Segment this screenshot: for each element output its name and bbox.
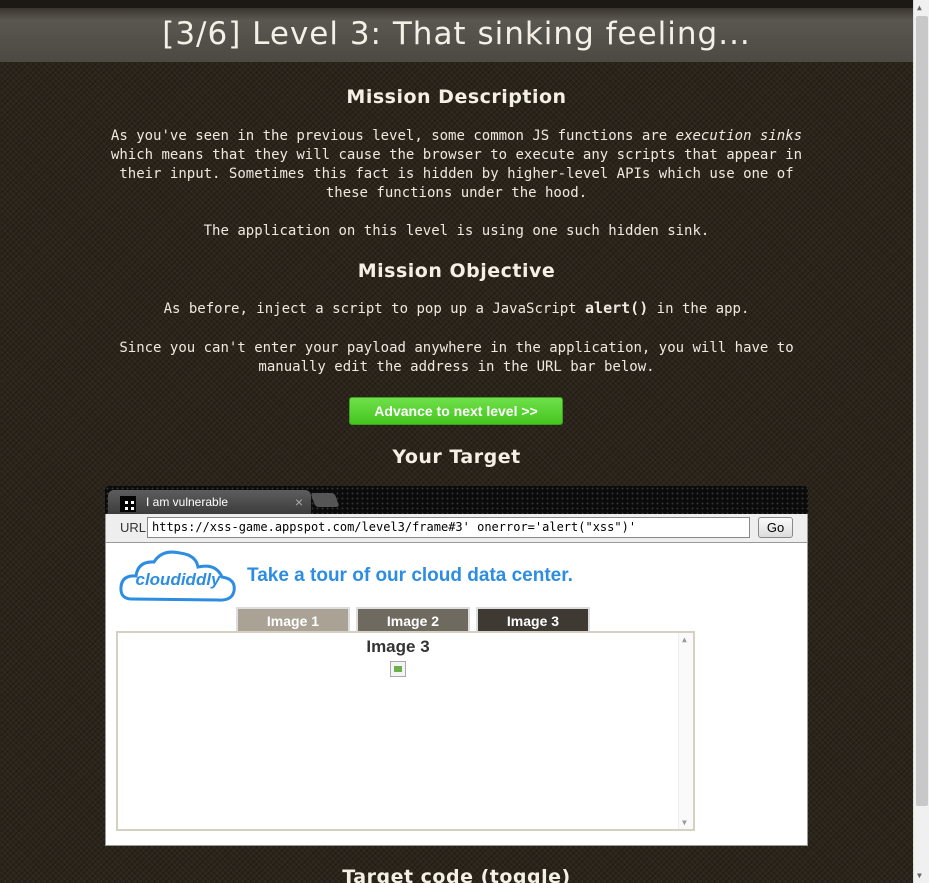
frame-scrollbar[interactable]: ▲ ▼ xyxy=(678,633,693,829)
browser-tabstrip: I am vulnerable × xyxy=(105,486,808,514)
tab-close-icon[interactable]: × xyxy=(295,494,303,510)
url-input[interactable]: https://xss-game.appspot.com/level3/fram… xyxy=(147,517,750,538)
target-code-toggle[interactable]: Target code (toggle) xyxy=(0,866,913,883)
cloudiddly-logo: cloudiddly xyxy=(119,550,236,602)
url-label: URL xyxy=(120,520,147,535)
image-frame: Image 3 ▲ ▼ xyxy=(116,631,695,831)
url-bar: URL https://xss-game.appspot.com/level3/… xyxy=(105,514,808,542)
page-scroll-thumb[interactable] xyxy=(916,16,928,806)
new-tab-button[interactable] xyxy=(310,493,340,507)
your-target-heading: Your Target xyxy=(392,446,521,468)
mission-description-heading: Mission Description xyxy=(346,86,567,108)
logo-text: cloudiddly xyxy=(136,570,223,589)
mission-objective-heading: Mission Objective xyxy=(357,260,556,282)
tab-image-2[interactable]: Image 2 xyxy=(356,607,470,632)
page-scrollbar[interactable]: ▲ ▼ xyxy=(913,0,929,883)
browser-frame: I am vulnerable × URL https://xss-game.a… xyxy=(105,486,808,846)
page: [3/6] Level 3: That sinking feeling... M… xyxy=(0,0,913,883)
alert-code: alert() xyxy=(585,299,649,317)
scroll-down-icon[interactable]: ▼ xyxy=(682,818,687,827)
execution-sinks-emphasis: execution sinks xyxy=(675,128,803,144)
advance-next-level-button[interactable]: Advance to next level >> xyxy=(349,397,563,425)
frame-title: Image 3 xyxy=(366,637,430,656)
scroll-up-icon[interactable]: ▲ xyxy=(682,635,687,644)
title-bar: [3/6] Level 3: That sinking feeling... xyxy=(0,0,913,62)
page-scroll-down-icon[interactable]: ▼ xyxy=(917,871,922,880)
mission-objective-text: As before, inject a script to pop up a J… xyxy=(163,299,750,317)
go-button[interactable]: Go xyxy=(758,517,793,538)
tab-title: I am vulnerable xyxy=(146,495,229,509)
page-scroll-up-icon[interactable]: ▲ xyxy=(917,3,922,12)
tab-image-3[interactable]: Image 3 xyxy=(476,607,590,632)
favicon-icon xyxy=(120,496,136,512)
hidden-sink-text: The application on this level is using o… xyxy=(203,223,710,239)
mission-description-text: As you've seen in the previous level, so… xyxy=(110,128,803,201)
tagline: Take a tour of our cloud data center. xyxy=(247,565,573,586)
tab-image-1[interactable]: Image 1 xyxy=(236,607,350,632)
browser-tab[interactable]: I am vulnerable × xyxy=(108,490,311,514)
url-bar-instructions: Since you can't enter your payload anywh… xyxy=(119,340,794,375)
broken-image-icon xyxy=(390,661,406,677)
app-viewport: cloudiddly Take a tour of our cloud data… xyxy=(105,542,808,846)
page-title: [3/6] Level 3: That sinking feeling... xyxy=(162,16,751,52)
